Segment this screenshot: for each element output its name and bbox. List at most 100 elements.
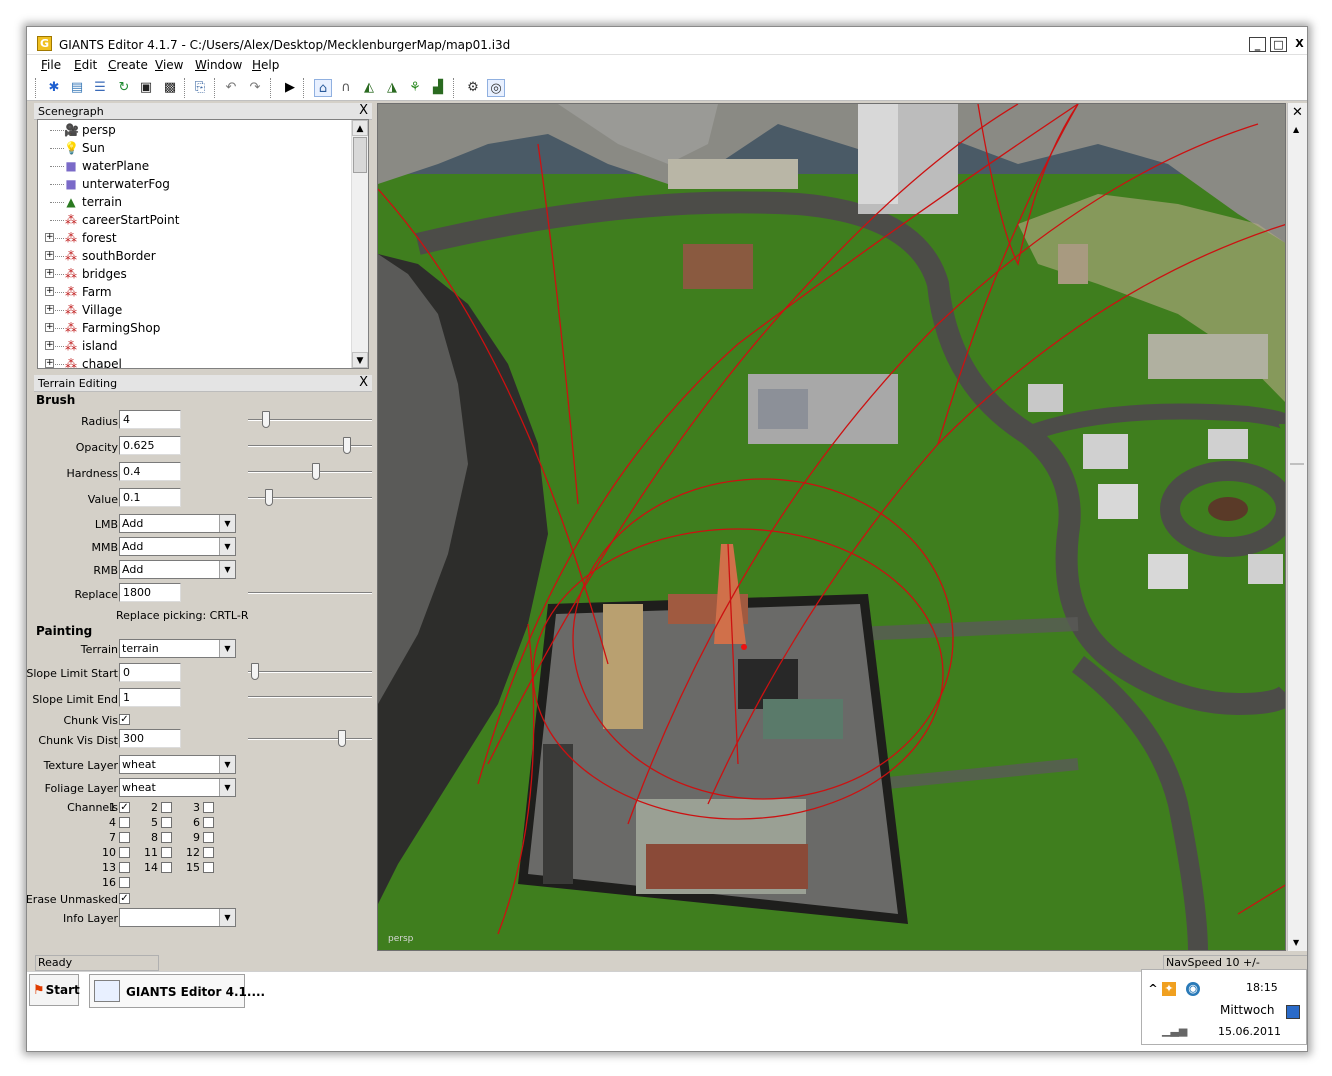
save-as-icon[interactable]: ▩: [161, 79, 179, 97]
chunk-vis-dist-input[interactable]: 300: [119, 729, 181, 748]
slider-knob[interactable]: [312, 463, 320, 480]
info-layer-dropdown[interactable]: ▼: [119, 908, 236, 927]
opacity-slider[interactable]: [248, 435, 372, 455]
slider-knob[interactable]: [338, 730, 346, 747]
radius-slider[interactable]: [248, 409, 372, 429]
hardness-input[interactable]: 0.4: [119, 462, 181, 481]
replace-input[interactable]: 1800: [119, 583, 181, 602]
scenegraph-item[interactable]: 🎥 persp: [38, 121, 348, 139]
menu-file[interactable]: File: [41, 58, 61, 72]
scenegraph-item[interactable]: + ⁂ Village: [38, 301, 348, 319]
scenegraph-scrollbar[interactable]: ▲ ▼: [351, 120, 368, 368]
magnet-icon[interactable]: ∩: [337, 79, 355, 97]
expand-plus-icon[interactable]: +: [45, 233, 54, 242]
home-icon[interactable]: ⌂: [314, 79, 332, 97]
channel-checkbox[interactable]: [203, 832, 214, 843]
scenegraph-item[interactable]: + ⁂ bridges: [38, 265, 348, 283]
chevron-down-icon[interactable]: ▼: [219, 909, 235, 926]
redo-icon[interactable]: ↷: [246, 79, 264, 97]
scenegraph-item[interactable]: ▲ terrain: [38, 193, 348, 211]
scenegraph-item[interactable]: + ⁂ Farm: [38, 283, 348, 301]
maximize-button[interactable]: □: [1270, 37, 1287, 52]
close-button[interactable]: X: [1291, 37, 1307, 52]
scenegraph-item[interactable]: ■ unterwaterFog: [38, 175, 348, 193]
expand-plus-icon[interactable]: +: [45, 287, 54, 296]
tray-network-icon[interactable]: ◉: [1186, 982, 1200, 996]
slider-knob[interactable]: [251, 663, 259, 680]
foliage-layer-dropdown[interactable]: wheat ▼: [119, 778, 236, 797]
channel-checkbox[interactable]: [203, 862, 214, 873]
scenegraph-header[interactable]: Scenegraph X: [34, 103, 372, 120]
clock-time[interactable]: 18:15: [1246, 981, 1278, 994]
terrain-sculpt-icon[interactable]: ◭: [360, 79, 378, 97]
slider-knob[interactable]: [343, 437, 351, 454]
menu-window[interactable]: Window: [195, 58, 242, 72]
channel-checkbox[interactable]: [161, 862, 172, 873]
texture-layer-dropdown[interactable]: wheat ▼: [119, 755, 236, 774]
viewport-scrollbar[interactable]: ✕ ▲ ▼: [1287, 103, 1307, 951]
channel-checkbox[interactable]: [161, 832, 172, 843]
value-input[interactable]: 0.1: [119, 488, 181, 507]
expand-plus-icon[interactable]: +: [45, 305, 54, 314]
channel-checkbox[interactable]: [119, 847, 130, 858]
terrain-dropdown[interactable]: terrain ▼: [119, 639, 236, 658]
terrain-height-icon[interactable]: ▟: [429, 79, 447, 97]
channel-checkbox[interactable]: [119, 832, 130, 843]
properties-icon[interactable]: ☰: [91, 79, 109, 97]
chevron-down-icon[interactable]: ▼: [219, 640, 235, 657]
title-bar[interactable]: G GIANTS Editor 4.1.7 - C:/Users/Alex/De…: [27, 27, 1307, 55]
play-icon[interactable]: ▶: [281, 79, 299, 97]
chunk-vis-dist-slider[interactable]: [248, 728, 372, 748]
scenegraph-item[interactable]: 💡 Sun: [38, 139, 348, 157]
chevron-down-icon[interactable]: ▼: [219, 561, 235, 578]
mmb-dropdown[interactable]: Add ▼: [119, 537, 236, 556]
slope-limit-start-slider[interactable]: [248, 661, 372, 681]
menu-create[interactable]: Create: [108, 58, 148, 72]
scenegraph-item[interactable]: + ⁂ forest: [38, 229, 348, 247]
channel-checkbox[interactable]: [119, 877, 130, 888]
chevron-down-icon[interactable]: ▼: [219, 756, 235, 773]
terrain-editing-header[interactable]: Terrain Editing X: [34, 375, 372, 392]
menu-edit[interactable]: Edit: [74, 58, 97, 72]
chevron-down-icon[interactable]: ▼: [219, 538, 235, 555]
scroll-down-arrow-icon[interactable]: ▼: [1293, 938, 1299, 947]
foliage-icon[interactable]: ⚘: [406, 79, 424, 97]
clock-day[interactable]: Mittwoch: [1220, 1003, 1274, 1017]
scenegraph-item[interactable]: ⁂ careerStartPoint: [38, 211, 348, 229]
expand-plus-icon[interactable]: +: [45, 323, 54, 332]
save-icon[interactable]: ▣: [137, 79, 155, 97]
hardness-slider[interactable]: [248, 461, 372, 481]
lmb-dropdown[interactable]: Add ▼: [119, 514, 236, 533]
refresh-icon[interactable]: ↻: [115, 79, 133, 97]
scenegraph-item[interactable]: + ⁂ island: [38, 337, 348, 355]
terrain-paint-icon[interactable]: ◮: [383, 79, 401, 97]
channel-checkbox[interactable]: [203, 802, 214, 813]
3d-viewport[interactable]: persp: [377, 103, 1286, 951]
channel-checkbox[interactable]: [161, 847, 172, 858]
expand-plus-icon[interactable]: +: [45, 269, 54, 278]
channel-checkbox[interactable]: [161, 817, 172, 828]
taskbar-giants-editor-button[interactable]: GIANTS Editor 4.1....: [89, 974, 265, 1008]
slope-limit-end-slider[interactable]: [248, 686, 372, 706]
chunk-vis-checkbox[interactable]: ✓: [119, 714, 130, 725]
menu-view[interactable]: View: [155, 58, 183, 72]
import-icon[interactable]: ⎘: [191, 79, 209, 97]
channel-checkbox[interactable]: [119, 862, 130, 873]
scenegraph-item[interactable]: + ⁂ chapel: [38, 355, 348, 368]
expand-plus-icon[interactable]: +: [45, 359, 54, 368]
scroll-up-arrow-icon[interactable]: ▲: [352, 120, 368, 136]
opacity-input[interactable]: 0.625: [119, 436, 181, 455]
undo-icon[interactable]: ↶: [222, 79, 240, 97]
channel-checkbox[interactable]: [161, 802, 172, 813]
scenegraph-item[interactable]: ■ waterPlane: [38, 157, 348, 175]
scroll-up-arrow-icon[interactable]: ▲: [1293, 125, 1299, 134]
signal-strength-icon[interactable]: ▁▃▅: [1162, 1024, 1187, 1038]
render-settings-icon[interactable]: ⚙: [464, 79, 482, 97]
menu-help[interactable]: Help: [252, 58, 279, 72]
scroll-thumb[interactable]: [353, 137, 367, 173]
channel-checkbox[interactable]: [203, 817, 214, 828]
slope-limit-end-input[interactable]: 1: [119, 688, 181, 707]
expand-plus-icon[interactable]: +: [45, 251, 54, 260]
value-slider[interactable]: [248, 487, 372, 507]
radius-input[interactable]: 4: [119, 410, 181, 429]
